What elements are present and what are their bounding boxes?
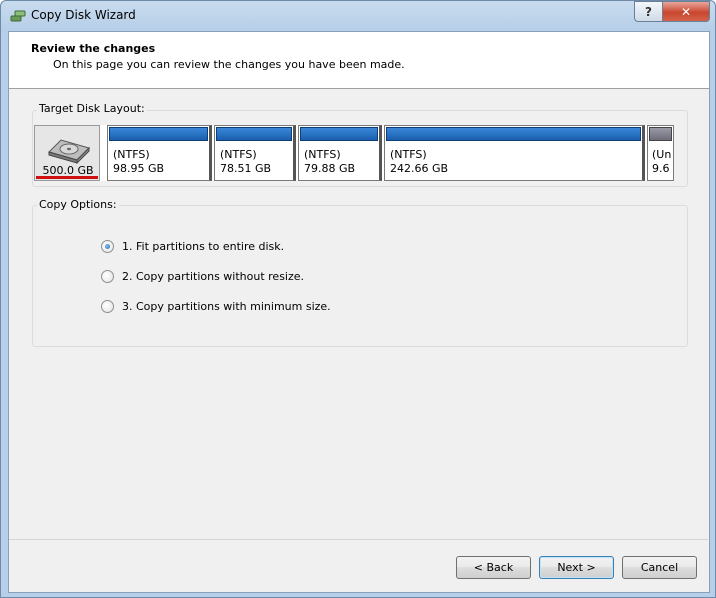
option-label[interactable]: 1. Fit partitions to entire disk. <box>122 240 284 253</box>
back-button[interactable]: < Back <box>456 556 531 579</box>
help-button[interactable]: ? <box>634 1 663 22</box>
window-title: Copy Disk Wizard <box>31 8 136 22</box>
partition-usage-bar <box>216 127 292 141</box>
partition-size: 78.51 GB <box>220 162 272 175</box>
partition-fs: (NTFS) <box>390 148 427 161</box>
radio-unselected[interactable] <box>101 300 114 313</box>
disk-map: 500.0 GB (NTFS) 98.95 GB (NTFS) 78.51 GB… <box>34 125 674 181</box>
option-minimum-size[interactable]: 3. Copy partitions with minimum size. <box>101 300 331 313</box>
partition-1[interactable]: (NTFS) 98.95 GB <box>107 125 212 181</box>
partition-3[interactable]: (NTFS) 79.88 GB <box>298 125 382 181</box>
partition-usage-bar <box>300 127 378 141</box>
page-subtitle: On this page you can review the changes … <box>53 58 405 71</box>
target-disk-layout-label: Target Disk Layout: <box>37 102 147 115</box>
partition-usage-bar <box>386 127 641 141</box>
option-label[interactable]: 2. Copy partitions without resize. <box>122 270 304 283</box>
cancel-button[interactable]: Cancel <box>622 556 697 579</box>
option-fit-partitions[interactable]: 1. Fit partitions to entire disk. <box>101 240 284 253</box>
next-button[interactable]: Next > <box>539 556 614 579</box>
disk-cell[interactable]: 500.0 GB <box>34 125 100 181</box>
partition-size: 242.66 GB <box>390 162 449 175</box>
option-label[interactable]: 3. Copy partitions with minimum size. <box>122 300 331 313</box>
option-without-resize[interactable]: 2. Copy partitions without resize. <box>101 270 304 283</box>
wizard-window: Copy Disk Wizard ? ✕ Review the changes … <box>0 0 716 598</box>
title-bar: Copy Disk Wizard ? ✕ <box>1 1 715 30</box>
copy-disk-icon <box>10 10 26 22</box>
copy-options-label: Copy Options: <box>37 198 119 211</box>
close-button[interactable]: ✕ <box>662 1 710 22</box>
partition-2[interactable]: (NTFS) 78.51 GB <box>214 125 296 181</box>
partition-fs: (NTFS) <box>304 148 341 161</box>
partition-size: 9.6 <box>652 162 670 175</box>
partition-usage-bar <box>109 127 208 141</box>
partition-fs: (NTFS) <box>113 148 150 161</box>
partition-unallocated[interactable]: (Un 9.6 <box>647 125 674 181</box>
hard-disk-icon <box>48 139 90 164</box>
partition-size: 79.88 GB <box>304 162 356 175</box>
page-title: Review the changes <box>31 42 156 55</box>
radio-selected[interactable] <box>101 240 114 253</box>
disk-selection-underline <box>36 176 98 179</box>
partition-4[interactable]: (NTFS) 242.66 GB <box>384 125 645 181</box>
footer-separator <box>9 539 708 540</box>
partition-usage-bar <box>649 127 672 141</box>
partition-fs: (NTFS) <box>220 148 257 161</box>
radio-unselected[interactable] <box>101 270 114 283</box>
partition-size: 98.95 GB <box>113 162 165 175</box>
partition-fs: (Un <box>652 148 672 161</box>
wizard-header: Review the changes On this page you can … <box>9 32 709 89</box>
